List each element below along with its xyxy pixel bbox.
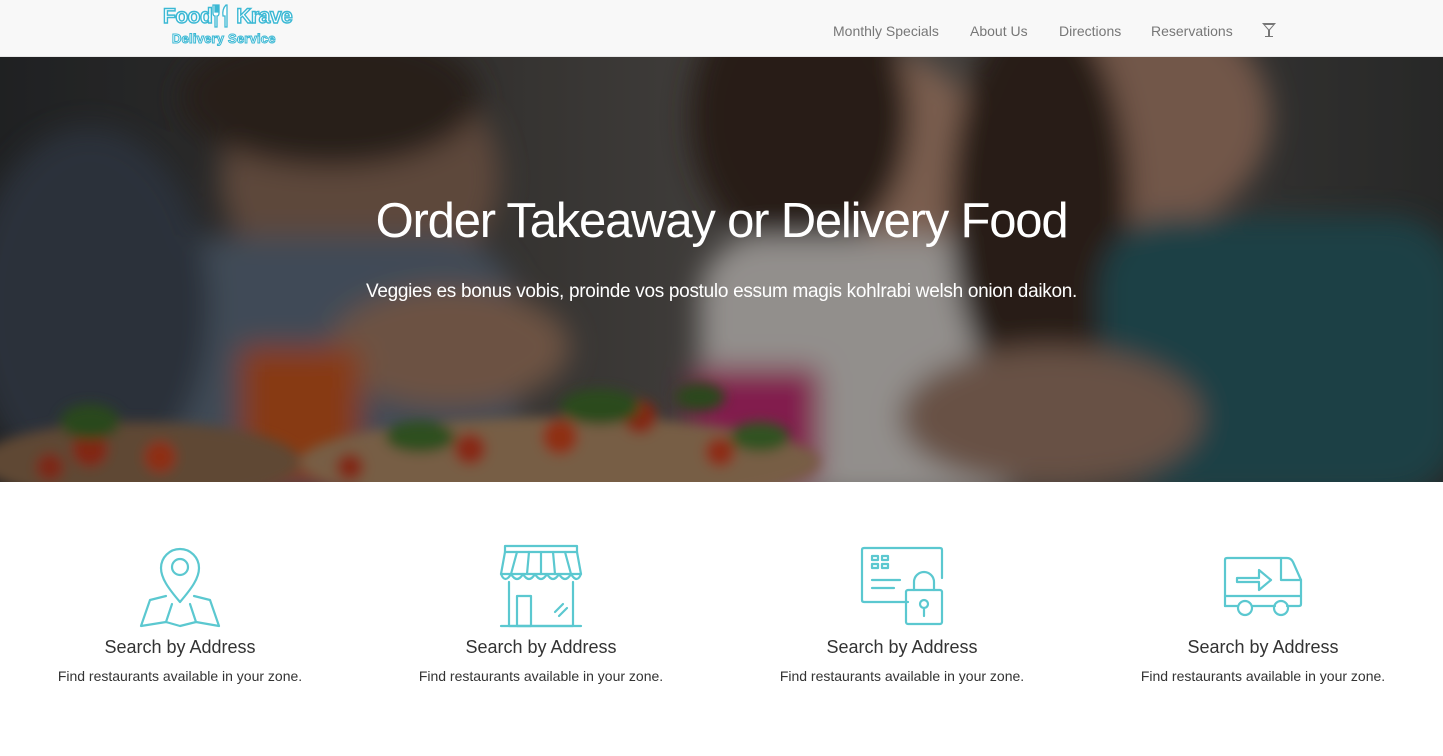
- nav-monthly-specials[interactable]: Monthly Specials: [833, 21, 939, 41]
- hero-subtitle: Veggies es bonus vobis, proinde vos post…: [366, 281, 1077, 302]
- logo-tagline: Delivery Service: [172, 31, 276, 47]
- feature-description: Find restaurants available in your zone.: [1140, 668, 1386, 684]
- logo-krave-text: Krave: [236, 4, 294, 28]
- nav-directions[interactable]: Directions: [1059, 21, 1121, 41]
- cocktail-glass-icon[interactable]: [1261, 22, 1277, 38]
- feature-description: Find restaurants available in your zone.: [418, 668, 664, 684]
- storefront-icon: [499, 544, 583, 628]
- feature-description: Find restaurants available in your zone.: [57, 668, 303, 684]
- utensils-icon: [212, 4, 228, 28]
- map-pin-icon: [139, 547, 221, 628]
- feature-title: Search by Address: [104, 637, 256, 657]
- features-section: Search by Address Find restaurants avail…: [0, 482, 1443, 756]
- nav-about-us[interactable]: About Us: [970, 21, 1028, 41]
- feature-title: Search by Address: [826, 637, 978, 657]
- feature-description: Find restaurants available in your zone.: [779, 668, 1025, 684]
- feature-title: Search by Address: [465, 637, 617, 657]
- food-krave-logo[interactable]: Food Krave Delivery Service: [162, 4, 303, 50]
- secure-payment-icon: [860, 546, 944, 626]
- hero-background-photo: [0, 57, 1443, 482]
- logo-food-text: Food: [162, 4, 213, 28]
- top-navbar: Food Krave Delivery Service Monthly Speci…: [0, 0, 1443, 57]
- feature-title: Search by Address: [1187, 637, 1339, 657]
- nav-reservations[interactable]: Reservations: [1151, 21, 1233, 41]
- hero-banner: Order Takeaway or Delivery Food Veggies …: [0, 57, 1443, 482]
- hero-title: Order Takeaway or Delivery Food: [375, 194, 1069, 248]
- delivery-truck-icon: [1223, 556, 1303, 617]
